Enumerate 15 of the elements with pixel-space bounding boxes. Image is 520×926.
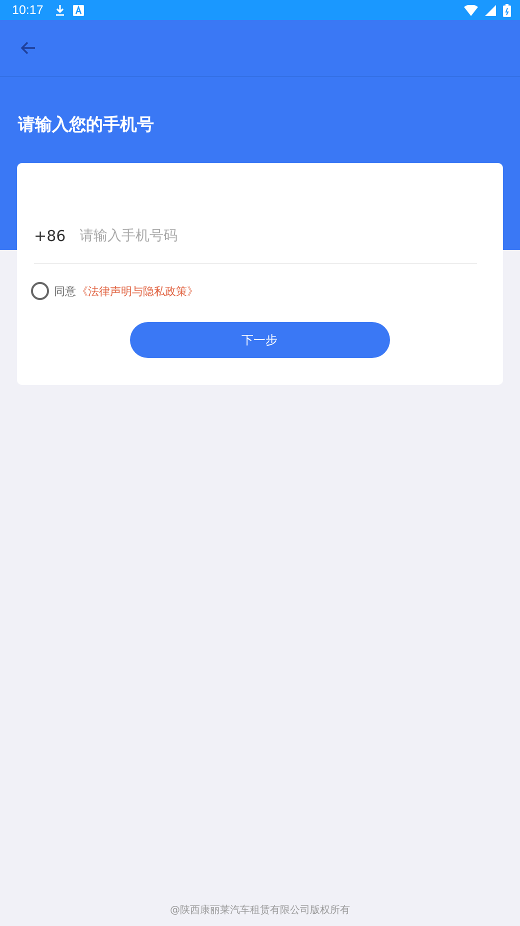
copyright-text: @陕西康丽莱汽车租赁有限公司版权所有 [169, 904, 351, 917]
phone-input-field[interactable]: 请输入手机号码 [80, 228, 477, 244]
policy-link[interactable]: 《法律声明与隐私政策》 [77, 284, 198, 298]
battery-icon [503, 4, 511, 16]
page-title: 请输入您的手机号 [18, 114, 155, 136]
agreement-radio[interactable] [31, 282, 49, 300]
app-notification-icon [73, 4, 84, 16]
signal-icon [485, 4, 496, 16]
country-code: +86 [34, 227, 66, 245]
back-arrow-icon [20, 41, 36, 55]
wifi-icon [464, 4, 478, 16]
download-icon [54, 4, 66, 16]
status-time: 10:17 [12, 3, 44, 17]
next-button[interactable]: 下一步 [130, 322, 390, 358]
agree-label: 同意 [54, 284, 76, 298]
